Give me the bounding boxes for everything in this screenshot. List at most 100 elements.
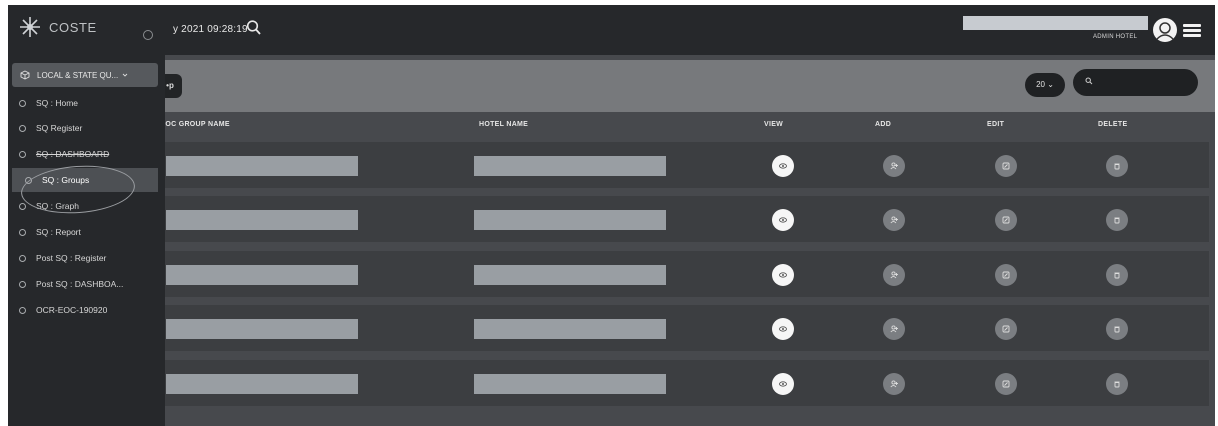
bullet-icon [19, 228, 26, 236]
add-user-button[interactable] [883, 155, 905, 177]
add-user-button[interactable] [883, 209, 905, 231]
user-role: ADMIN HOTEL [1093, 34, 1138, 40]
header-edit: EDIT [987, 121, 1005, 128]
sidebar-item-label: SQ : Graph [36, 201, 79, 211]
doc-group-name-redacted [166, 156, 358, 176]
bullet-icon [19, 99, 26, 107]
edit-icon [1002, 325, 1010, 333]
add-user-icon [889, 380, 899, 388]
header-add: ADD [875, 121, 892, 128]
sidebar-toggle[interactable] [143, 30, 153, 40]
table-row [8, 196, 1209, 242]
header-hotel-name: HOTEL NAME [479, 121, 529, 128]
sidebar-item-sq-home[interactable]: SQ : Home [8, 91, 165, 115]
sidebar-item-label: Post SQ : DASHBOA... [36, 279, 124, 289]
cube-icon [20, 70, 30, 80]
avatar[interactable] [1153, 18, 1177, 42]
view-button[interactable] [772, 318, 794, 340]
sidebar-item-label: SQ : DASHBOARD [36, 149, 110, 159]
search-icon[interactable] [246, 19, 262, 37]
menu-icon[interactable] [1183, 24, 1201, 37]
add-user-button[interactable] [883, 373, 905, 395]
hotel-name-redacted [474, 374, 666, 394]
sidebar-item-post-sq-dashboard[interactable]: Post SQ : DASHBOA... [8, 272, 165, 296]
trash-icon [1113, 380, 1121, 388]
delete-button[interactable] [1106, 209, 1128, 231]
bullet-icon [19, 124, 26, 132]
edit-button[interactable] [995, 155, 1017, 177]
view-button[interactable] [772, 373, 794, 395]
table-row [8, 360, 1209, 406]
doc-group-name-redacted [166, 265, 358, 285]
hotel-name-redacted [474, 210, 666, 230]
edit-icon [1002, 271, 1010, 279]
header-doc-group-name: DOC GROUP NAME [160, 121, 230, 128]
bullet-icon [19, 280, 26, 288]
brand[interactable]: COSTE [19, 16, 97, 38]
eye-icon [779, 380, 787, 388]
brand-name: COSTE [49, 19, 97, 35]
bullet-icon [25, 176, 32, 184]
edit-button[interactable] [995, 209, 1017, 231]
eye-icon [779, 271, 787, 279]
trash-icon [1113, 216, 1121, 224]
sidebar-item-label: SQ : Home [36, 98, 79, 108]
eye-icon [779, 162, 787, 170]
view-button[interactable] [772, 264, 794, 286]
trash-icon [1113, 325, 1121, 333]
edit-icon [1002, 380, 1010, 388]
sidebar-item-label: Post SQ : Register [36, 253, 107, 263]
delete-button[interactable] [1106, 264, 1128, 286]
view-button[interactable] [772, 155, 794, 177]
delete-button[interactable] [1106, 373, 1128, 395]
doc-group-name-redacted [166, 374, 358, 394]
add-user-icon [889, 162, 899, 170]
edit-icon [1002, 162, 1010, 170]
sidebar-item-post-sq-register[interactable]: Post SQ : Register [8, 246, 165, 270]
edit-button[interactable] [995, 318, 1017, 340]
trash-icon [1113, 271, 1121, 279]
header-delete: DELETE [1098, 121, 1128, 128]
sidebar-item-label: SQ : Report [36, 227, 81, 237]
bullet-icon [19, 306, 26, 314]
sidebar-item-sq-dashboard[interactable]: SQ : DASHBOARD [8, 142, 165, 166]
sidebar: COSTE LOCAL & STATE QU... SQ : Home SQ R… [8, 5, 165, 426]
edit-button[interactable] [995, 264, 1017, 286]
table-row [8, 251, 1209, 297]
bullet-icon [19, 254, 26, 262]
sidebar-item-sq-graph[interactable]: SQ : Graph [8, 194, 165, 218]
header-view: VIEW [764, 121, 784, 128]
edit-button[interactable] [995, 373, 1017, 395]
add-user-icon [889, 325, 899, 333]
bullet-icon [19, 150, 26, 158]
datetime: y 2021 09:28:19 [173, 24, 248, 35]
view-button[interactable] [772, 209, 794, 231]
sidebar-item-label: SQ : Groups [42, 175, 90, 185]
trash-icon [1113, 162, 1121, 170]
add-user-button[interactable] [883, 318, 905, 340]
module-label: LOCAL & STATE QU... [37, 70, 119, 80]
sidebar-item-sq-register[interactable]: SQ Register [8, 116, 165, 140]
top-bar: y 2021 09:28:19 ADMIN HOTEL [8, 5, 1215, 55]
delete-button[interactable] [1106, 155, 1128, 177]
add-user-icon [889, 271, 899, 279]
page-size-select[interactable]: 20 ⌄ [1025, 73, 1065, 97]
table-row [8, 142, 1209, 188]
doc-group-name-redacted [166, 319, 358, 339]
sidebar-item-sq-report[interactable]: SQ : Report [8, 220, 165, 244]
delete-button[interactable] [1106, 318, 1128, 340]
module-selector[interactable]: LOCAL & STATE QU... [12, 63, 158, 87]
sidebar-item-label: OCR-EOC-190920 [36, 305, 108, 315]
add-user-icon [889, 216, 899, 224]
table-search-input[interactable] [1073, 69, 1198, 96]
user-name-redacted [963, 16, 1148, 30]
hotel-name-redacted [474, 265, 666, 285]
logo-icon [20, 17, 40, 37]
sidebar-item-label: SQ Register [36, 123, 83, 133]
search-icon [1085, 77, 1093, 85]
hotel-name-redacted [474, 319, 666, 339]
table-row [8, 305, 1209, 351]
sidebar-item-ocr-eoc[interactable]: OCR-EOC-190920 [8, 298, 165, 322]
add-user-button[interactable] [883, 264, 905, 286]
sidebar-item-sq-groups[interactable]: SQ : Groups [12, 168, 158, 192]
